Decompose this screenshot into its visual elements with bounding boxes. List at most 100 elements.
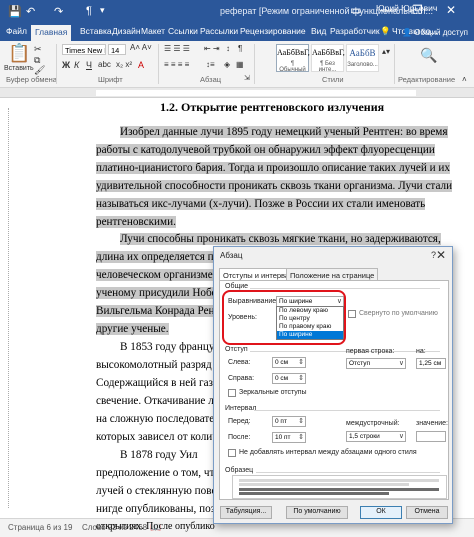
- paragraph-launcher-icon[interactable]: ⇲: [244, 74, 250, 82]
- font-color-icon[interactable]: A: [138, 60, 144, 70]
- dialog-title: Абзац: [220, 251, 243, 260]
- group-divider: [254, 44, 255, 84]
- grow-font-icon[interactable]: A˄ A˅: [130, 43, 152, 52]
- bold-button[interactable]: Ж: [62, 60, 70, 70]
- doc-line: нигде опубликованы, позж: [96, 503, 223, 515]
- doc-line: длина их определяется преп: [96, 251, 231, 263]
- close-button[interactable]: ✕: [446, 3, 456, 17]
- italic-button[interactable]: К: [74, 60, 79, 70]
- line-spacing-icon[interactable]: ↕≡: [206, 60, 215, 69]
- set-default-button[interactable]: По умолчанию: [286, 506, 348, 519]
- no-space-label: Не добавлять интервал между абзацами одн…: [239, 449, 417, 456]
- line-spacing-select[interactable]: 1,5 строки ∨: [346, 431, 406, 442]
- style-heading[interactable]: АаБбВ Заголово...: [346, 44, 379, 72]
- tab-view[interactable]: Вид: [311, 26, 326, 36]
- doc-line: на сложную последователь: [96, 413, 225, 425]
- spacing-value-field[interactable]: [416, 431, 446, 442]
- bullets-icon[interactable]: ☰ ☰ ☰: [164, 44, 190, 53]
- ribbon-display-icon[interactable]: ▭: [350, 3, 361, 17]
- chevron-down-icon: ∨: [398, 433, 404, 440]
- style-sample: АаБбВ: [349, 48, 376, 58]
- styles-more-icon[interactable]: ▴▾: [382, 47, 390, 56]
- preview-box: [232, 475, 447, 499]
- font-name-box[interactable]: Times New R: [62, 44, 106, 55]
- show-marks-icon[interactable]: ¶: [238, 44, 242, 53]
- after-field[interactable]: 10 пт ⇕: [272, 432, 306, 443]
- lightbulb-icon[interactable]: 💡: [380, 26, 391, 37]
- ok-button[interactable]: ОК: [360, 506, 402, 519]
- tab-design[interactable]: Дизайн: [112, 26, 141, 36]
- doc-line: Изобрел данные лучи 1895 году немецкий у…: [120, 126, 448, 138]
- no-space-checkbox[interactable]: [228, 449, 236, 457]
- doc-line: Лучи способны проникать сквозь мягкие тк…: [120, 233, 441, 245]
- align-icons[interactable]: ≡ ≡ ≡ ≡: [164, 60, 189, 69]
- clipboard-group-label: Буфер обмена: [6, 75, 57, 84]
- paragraph-group-label: Абзац: [200, 75, 222, 84]
- value-label: значение:: [416, 420, 448, 427]
- first-line-select[interactable]: Отступ ∨: [346, 358, 406, 369]
- shading-icon[interactable]: ◈: [224, 60, 230, 69]
- spinner-icon[interactable]: ⇕: [298, 358, 304, 366]
- customize-qat-icon[interactable]: ▾: [100, 5, 105, 16]
- collapsed-checkbox[interactable]: [348, 310, 356, 318]
- redo-icon[interactable]: ↷: [54, 5, 63, 18]
- cancel-button[interactable]: Отмена: [406, 506, 448, 519]
- spacing-section-label: Интервал: [225, 405, 257, 412]
- editing-label[interactable]: Редактирование: [398, 75, 455, 84]
- underline-button[interactable]: Ч: [86, 60, 92, 70]
- dialog-close-button[interactable]: ✕: [436, 248, 446, 262]
- find-icon[interactable]: 🔍: [420, 47, 437, 64]
- first-line-value: Отступ: [349, 360, 371, 367]
- ruler[interactable]: [0, 88, 474, 98]
- styles-group-label: Стили: [322, 75, 344, 84]
- font-size-box[interactable]: 14: [108, 44, 126, 55]
- dialog-panel: Общие Выравнивание: По ширине ∨ Уровень:…: [219, 280, 449, 500]
- mirror-indents-checkbox[interactable]: [228, 389, 236, 397]
- doc-line: Вильгельма Конрада Рентг: [96, 305, 224, 317]
- style-sample: АаБбВвГ,: [312, 48, 345, 57]
- sort-icon[interactable]: ↕: [226, 44, 230, 53]
- indent-icon[interactable]: ⇤ ⇥: [204, 44, 220, 53]
- tab-references[interactable]: Ссылки: [168, 26, 198, 36]
- tab-developer[interactable]: Разработчик: [330, 26, 380, 36]
- pilcrow-icon[interactable]: ¶: [86, 5, 92, 17]
- group-divider: [158, 44, 159, 84]
- tab-insert[interactable]: Вставка: [80, 26, 112, 36]
- spinner-icon[interactable]: ⇕: [298, 417, 304, 425]
- tab-mailings[interactable]: Рассылки: [200, 26, 238, 36]
- tabs-button[interactable]: Табуляция...: [220, 506, 272, 519]
- style-no-spacing[interactable]: АаБбВвГ, ¶ Без инте...: [311, 44, 345, 73]
- spinner-icon[interactable]: ⇕: [298, 433, 304, 441]
- tab-home[interactable]: Главная: [31, 25, 72, 41]
- section-divider: [250, 288, 440, 289]
- style-normal[interactable]: АаБбВвГ, ¶ Обычный: [276, 44, 310, 73]
- left-indent-label: Слева:: [228, 359, 251, 366]
- style-name: ¶ Без инте...: [318, 61, 337, 73]
- tab-layout[interactable]: Макет: [141, 26, 165, 36]
- paste-label[interactable]: Вставить: [4, 65, 34, 72]
- save-icon[interactable]: 💾: [8, 5, 22, 18]
- doc-line: предположение о том, что: [96, 467, 220, 479]
- undo-icon[interactable]: ↶: [26, 5, 35, 18]
- before-label: Перед:: [228, 418, 251, 425]
- collapse-ribbon-icon[interactable]: ˄: [462, 75, 467, 84]
- spinner-icon[interactable]: ⇕: [298, 374, 304, 382]
- left-indent-field[interactable]: 0 см ⇕: [272, 357, 306, 368]
- by-field[interactable]: 1,25 см: [416, 358, 446, 369]
- cut-icon[interactable]: ✂: [34, 44, 42, 55]
- right-indent-field[interactable]: 0 см ⇕: [272, 373, 306, 384]
- first-line-label: первая строка:: [346, 348, 395, 355]
- page-count[interactable]: Страница 6 из 19: [8, 523, 72, 532]
- style-sample: АаБбВвГ,: [277, 48, 310, 57]
- paste-icon[interactable]: 📋: [8, 43, 30, 64]
- doc-line: лучей о стеклянную поверх: [96, 485, 228, 497]
- tab-review[interactable]: Рецензирование: [240, 26, 306, 36]
- before-field[interactable]: 0 пт ⇕: [272, 416, 306, 427]
- user-name[interactable]: Юрий Юрьевич: [376, 3, 437, 13]
- ribbon: 📋 Вставить ✂ ⧉ 🖌 Буфер обмена Times New …: [0, 41, 474, 88]
- subscript-icon[interactable]: x₂ x²: [116, 60, 132, 69]
- tab-file[interactable]: Файл: [6, 26, 27, 36]
- strikethrough-icon[interactable]: abc: [98, 60, 111, 69]
- share-button[interactable]: 👤 Общий доступ: [402, 28, 468, 37]
- borders-icon[interactable]: ▦: [236, 60, 244, 69]
